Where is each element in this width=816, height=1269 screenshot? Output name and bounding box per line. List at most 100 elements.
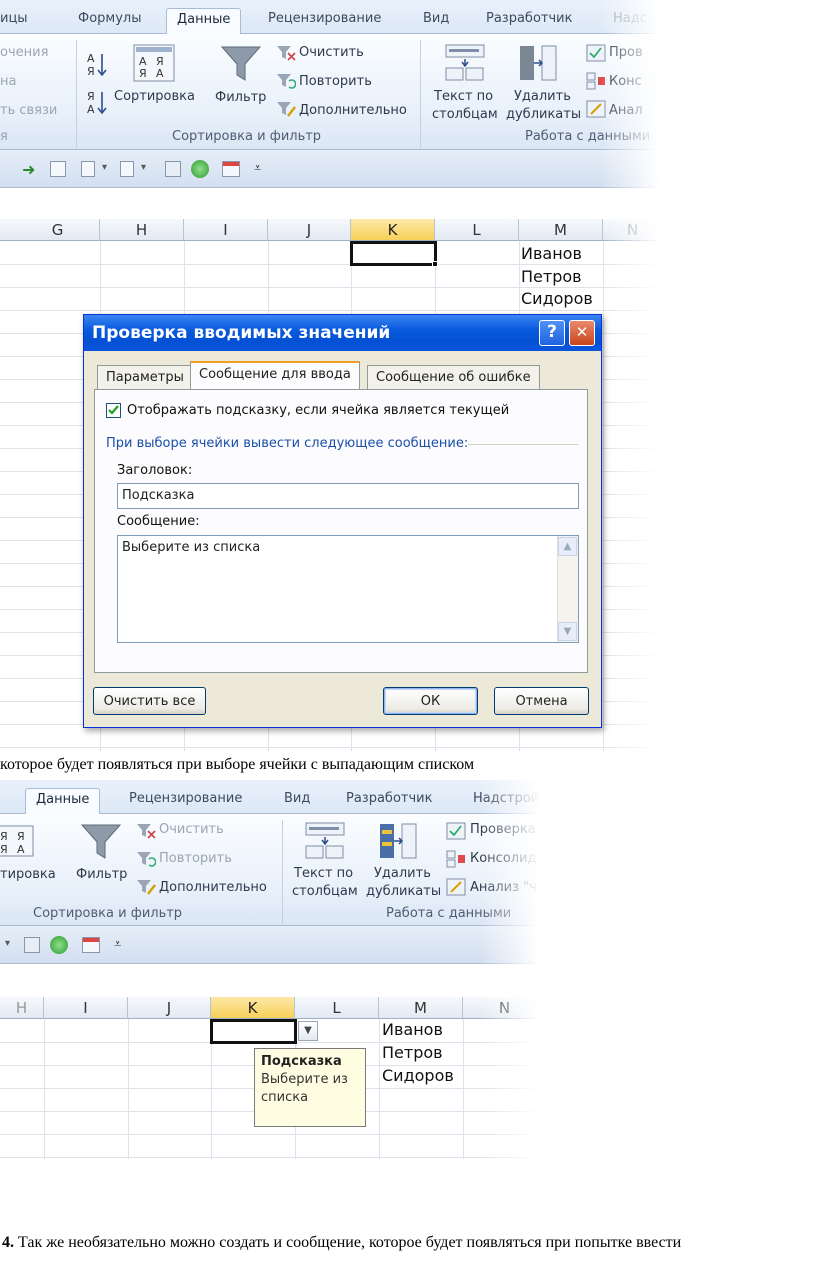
clear-filter-button[interactable]: Очистить — [159, 822, 224, 837]
consolidate-button[interactable]: Консолид — [470, 851, 537, 866]
dropdown-arrow-button[interactable]: ▼ — [298, 1021, 318, 1041]
tab-review[interactable]: Рецензирование — [268, 8, 381, 34]
close-button[interactable]: ✕ — [569, 320, 595, 346]
tab-addins[interactable]: Надс — [613, 8, 647, 34]
tab-data[interactable]: Данные — [25, 788, 101, 814]
help-button[interactable]: ? — [539, 320, 565, 346]
qat-dropdown-icon[interactable]: ▾ — [102, 162, 107, 173]
col-header-l[interactable]: L — [435, 219, 519, 241]
col-header-j[interactable]: J — [128, 997, 211, 1019]
tab-error-alert[interactable]: Сообщение об ошибке — [367, 365, 540, 389]
tab-developer[interactable]: Разработчик — [486, 8, 572, 34]
fill-handle[interactable] — [432, 261, 438, 267]
col-header-n[interactable]: N — [603, 219, 660, 241]
qat-arrow-icon[interactable]: ➜ — [22, 160, 35, 179]
sort-dialog-icon[interactable]: ЯЯ ЯА — [0, 825, 34, 857]
what-if-button[interactable]: Анал — [609, 103, 643, 118]
sort-dialog-icon[interactable]: А Я Я А — [133, 44, 175, 82]
reapply-button[interactable]: Повторить — [299, 74, 372, 89]
remove-duplicates-label-1[interactable]: Удалить — [514, 89, 571, 104]
cancel-button[interactable]: Отмена — [494, 687, 589, 715]
filter-button[interactable]: Фильтр — [76, 867, 127, 882]
col-header-k[interactable]: K — [211, 997, 295, 1019]
cell-m2[interactable]: Петров — [521, 267, 582, 286]
cell-m1[interactable]: Иванов — [521, 244, 582, 263]
tab-formulas[interactable]: Формулы — [78, 8, 141, 34]
qat-copy-icon[interactable] — [165, 161, 181, 177]
tab-view[interactable]: Вид — [423, 8, 449, 34]
qat-globe-icon[interactable] — [50, 936, 68, 954]
col-header-l[interactable]: L — [295, 997, 379, 1019]
tab-input-message[interactable]: Сообщение для ввода — [190, 361, 360, 389]
col-header-k[interactable]: K — [351, 219, 435, 241]
clear-filter-button[interactable]: Очистить — [299, 45, 364, 60]
tab-view[interactable]: Вид — [284, 788, 310, 814]
col-header-n[interactable]: N — [463, 997, 538, 1019]
filter-button[interactable]: Фильтр — [215, 90, 266, 105]
col-header-m[interactable]: M — [519, 219, 603, 241]
col-header-m[interactable]: M — [379, 997, 463, 1019]
filter-icon[interactable] — [220, 44, 262, 84]
text-to-columns-icon[interactable] — [445, 44, 485, 82]
col-header-i[interactable]: I — [184, 219, 268, 241]
col-header-i[interactable]: I — [44, 997, 128, 1019]
qat-customize-icon[interactable]: ⩡ — [254, 161, 261, 176]
data-validation-button[interactable]: Проверка — [470, 822, 536, 837]
reapply-button[interactable]: Повторить — [159, 851, 232, 866]
tab-data[interactable]: Данные — [166, 8, 242, 34]
consolidate-button[interactable]: Конс — [609, 74, 642, 89]
col-header-g[interactable]: G — [16, 219, 100, 241]
text-to-columns-icon[interactable] — [305, 822, 345, 860]
cell-m3[interactable]: Сидоров — [521, 289, 593, 308]
sort-button[interactable]: тировка — [0, 867, 56, 882]
qat-form-icon[interactable] — [50, 161, 66, 177]
sort-az-icon[interactable]: А Я — [85, 50, 109, 78]
sort-za-icon[interactable]: Я А — [85, 88, 109, 116]
qat-copy-icon[interactable] — [24, 937, 40, 953]
tab-addins[interactable]: Надстрой — [473, 788, 538, 814]
what-if-button[interactable]: Анализ "ч — [470, 880, 537, 895]
qat-window-icon[interactable] — [222, 161, 240, 177]
data-validation-button[interactable]: Пров — [609, 45, 643, 60]
scroll-up-icon[interactable]: ▲ — [558, 537, 577, 556]
tab-page-layout[interactable]: ицы — [0, 8, 28, 34]
title-input[interactable]: Подсказка — [117, 483, 579, 509]
filter-icon[interactable] — [80, 822, 122, 862]
cell-m1[interactable]: Иванов — [382, 1020, 443, 1039]
col-header-j[interactable]: J — [268, 219, 351, 241]
qat-sheet-icon[interactable] — [81, 161, 95, 177]
qat-globe-icon[interactable] — [191, 160, 209, 178]
tab-settings[interactable]: Параметры — [97, 365, 193, 389]
advanced-filter-button[interactable]: Дополнительно — [299, 103, 407, 118]
text-to-columns-label-1[interactable]: Текст по — [294, 866, 353, 881]
text-to-columns-label-2[interactable]: столбцам — [432, 107, 498, 122]
sort-button[interactable]: Сортировка — [114, 89, 195, 104]
text-to-columns-label-2[interactable]: столбцам — [292, 884, 358, 899]
remove-duplicates-label-2[interactable]: дубликаты — [506, 107, 581, 122]
text-to-columns-label-1[interactable]: Текст по — [434, 89, 493, 104]
ok-button[interactable]: ОК — [383, 687, 478, 715]
show-message-label[interactable]: Отображать подсказку, если ячейка являет… — [127, 403, 509, 418]
qat-customize-icon[interactable]: ⩡ — [114, 937, 121, 952]
cell-m2[interactable]: Петров — [382, 1043, 443, 1062]
remove-duplicates-icon[interactable] — [518, 44, 558, 82]
remove-duplicates-label-1[interactable]: Удалить — [374, 866, 431, 881]
cell-m3[interactable]: Сидоров — [382, 1066, 454, 1085]
tab-developer[interactable]: Разработчик — [346, 788, 432, 814]
col-header-h[interactable]: H — [100, 219, 184, 241]
scroll-down-icon[interactable]: ▼ — [558, 622, 577, 641]
clear-all-button[interactable]: Очистить все — [93, 687, 206, 715]
show-message-checkbox[interactable] — [106, 403, 121, 418]
tab-review[interactable]: Рецензирование — [129, 788, 242, 814]
col-header-h[interactable]: H — [0, 997, 44, 1019]
advanced-filter-button[interactable]: Дополнительно — [159, 880, 267, 895]
remove-duplicates-label-2[interactable]: дубликаты — [366, 884, 441, 899]
qat-dropdown-icon[interactable]: ▾ — [5, 938, 10, 949]
message-textarea[interactable]: Выберите из списка — [117, 535, 579, 643]
qat-window-icon[interactable] — [82, 937, 100, 953]
active-cell-k1[interactable] — [350, 241, 437, 266]
qat-dropdown-icon[interactable]: ▾ — [141, 162, 146, 173]
active-cell-k1[interactable] — [210, 1019, 297, 1044]
remove-duplicates-icon[interactable] — [378, 822, 418, 860]
qat-page-icon[interactable] — [120, 161, 134, 177]
